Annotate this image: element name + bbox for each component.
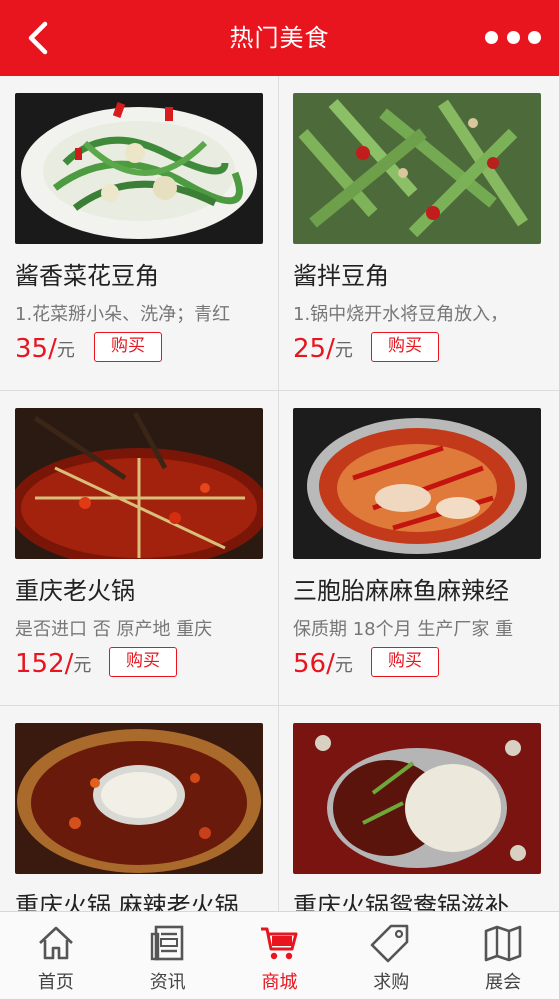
product-name[interactable]: 酱拌豆角 [293, 256, 389, 291]
product-card[interactable]: 重庆老火锅 是否进口 否 原产地 重庆 152/ 元 购买 [0, 391, 278, 706]
product-row: 重庆老火锅 是否进口 否 原产地 重庆 152/ 元 购买 三胞胎麻麻鱼麻辣经 … [0, 391, 559, 706]
more-menu-button[interactable] [485, 22, 541, 52]
cart-icon [261, 927, 298, 960]
price-unit: 元 [334, 655, 353, 676]
bottom-tab-bar: 首页 资讯 商城 求购 展会 [0, 911, 559, 999]
tab-label: 首页 [37, 972, 74, 993]
price-value: 25/ [293, 334, 335, 364]
tag-icon [370, 924, 409, 963]
tab-news[interactable]: 资讯 [112, 912, 224, 999]
product-price: 25/ 元 [293, 330, 353, 364]
tab-label: 求购 [373, 972, 410, 993]
more-dot-icon [506, 30, 520, 44]
product-card[interactable]: 酱拌豆角 1.锅中烧开水将豆角放入， 25/ 元 购买 [279, 76, 557, 391]
product-image[interactable] [15, 408, 263, 559]
product-price: 56/ 元 [293, 645, 353, 679]
product-name[interactable]: 三胞胎麻麻鱼麻辣经 [293, 571, 509, 606]
product-image[interactable] [293, 408, 541, 559]
more-dot-icon [485, 30, 498, 44]
buy-button[interactable]: 购买 [109, 647, 177, 677]
buy-button[interactable]: 购买 [94, 332, 162, 362]
page-title: 热门美食 [229, 24, 330, 52]
product-description: 1.锅中烧开水将豆角放入， [293, 304, 509, 325]
tab-purchase[interactable]: 求购 [335, 912, 447, 999]
price-unit: 元 [334, 340, 353, 361]
price-unit: 元 [73, 655, 92, 676]
tab-label: 展会 [485, 972, 522, 993]
tab-exhibition[interactable]: 展会 [447, 912, 559, 999]
product-image[interactable] [15, 93, 263, 244]
product-row: 酱香菜花豆角 1.花菜掰小朵、洗净；青红 35/ 元 购买 酱拌豆角 1.锅中烧… [0, 76, 559, 391]
product-card[interactable]: 酱香菜花豆角 1.花菜掰小朵、洗净；青红 35/ 元 购买 [0, 76, 278, 391]
product-price: 152/ 元 [15, 645, 91, 679]
price-value: 56/ [293, 649, 335, 679]
price-unit: 元 [56, 340, 75, 361]
product-grid: 酱香菜花豆角 1.花菜掰小朵、洗净；青红 35/ 元 购买 酱拌豆角 1.锅中烧… [0, 76, 559, 999]
tab-label: 商城 [261, 972, 298, 993]
top-bar: 热门美食 [0, 0, 559, 76]
product-description: 保质期 18个月 生产厂家 重 [293, 619, 514, 640]
price-value: 152/ [15, 649, 74, 679]
news-icon [150, 925, 183, 961]
tab-mall[interactable]: 商城 [224, 912, 336, 999]
home-icon [39, 926, 73, 960]
product-image[interactable] [15, 723, 263, 874]
product-name[interactable]: 重庆老火锅 [15, 571, 135, 606]
product-description: 1.花菜掰小朵、洗净；青红 [15, 304, 231, 325]
buy-button[interactable]: 购买 [371, 647, 439, 677]
product-name[interactable]: 酱香菜花豆角 [15, 256, 159, 291]
buy-button[interactable]: 购买 [371, 332, 439, 362]
tab-label: 资讯 [149, 972, 186, 993]
product-image[interactable] [293, 723, 541, 874]
product-image[interactable] [293, 93, 541, 244]
product-description: 是否进口 否 原产地 重庆 [15, 619, 213, 640]
product-price: 35/ 元 [15, 330, 75, 364]
price-value: 35/ [15, 334, 57, 364]
tab-home[interactable]: 首页 [0, 912, 112, 999]
product-card[interactable]: 三胞胎麻麻鱼麻辣经 保质期 18个月 生产厂家 重 56/ 元 购买 [279, 391, 557, 706]
more-dot-icon [528, 30, 541, 44]
map-icon [484, 925, 522, 962]
